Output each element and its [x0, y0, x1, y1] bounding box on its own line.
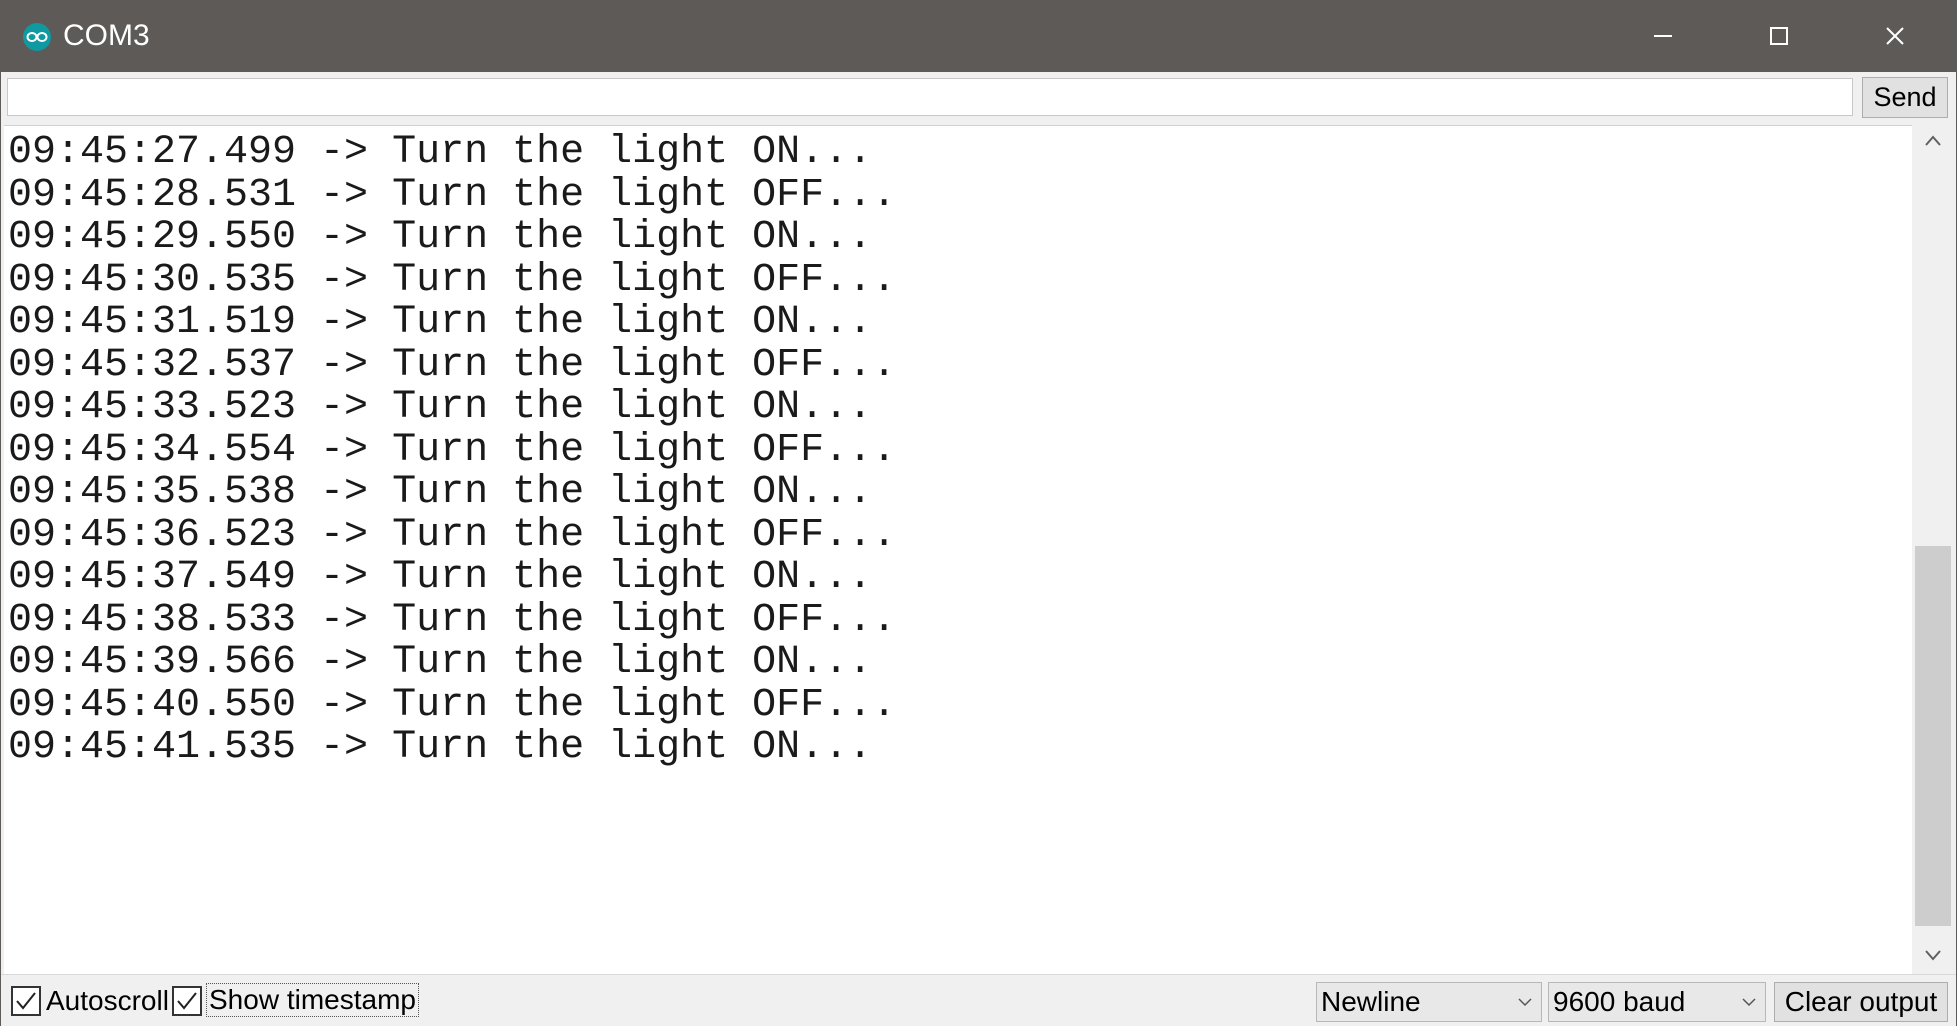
baud-rate-select[interactable]: 9600 baud — [1548, 982, 1766, 1022]
line-ending-select[interactable]: Newline — [1316, 982, 1542, 1022]
autoscroll-checkbox[interactable] — [11, 986, 41, 1016]
scroll-down-button[interactable] — [1913, 939, 1953, 973]
chevron-down-icon — [1518, 998, 1532, 1007]
autoscroll-label[interactable]: Autoscroll — [46, 985, 169, 1017]
close-icon — [1886, 27, 1904, 45]
checkmark-icon — [16, 992, 36, 1010]
maximize-icon — [1770, 27, 1788, 45]
chevron-up-icon — [1925, 135, 1941, 146]
close-button[interactable] — [1838, 1, 1954, 72]
show-timestamp-label[interactable]: Show timestamp — [206, 983, 419, 1017]
send-button[interactable]: Send — [1862, 77, 1948, 118]
output-line: 09:45:41.535 -> Turn the light ON... — [8, 725, 873, 770]
serial-input[interactable] — [7, 78, 1853, 116]
maximize-button[interactable] — [1722, 1, 1838, 72]
scroll-thumb[interactable] — [1915, 546, 1951, 926]
title-bar[interactable]: COM3 — [1, 1, 1956, 72]
checkmark-icon — [177, 992, 197, 1010]
serial-output[interactable]: 09:45:27.499 -> Turn the light ON... 09:4… — [4, 125, 1912, 974]
arduino-logo-icon — [23, 23, 51, 51]
minimize-icon — [1654, 35, 1672, 37]
window-title: COM3 — [63, 19, 150, 52]
serial-monitor-window: COM3 Send 09:45:27.499 -> Turn the light… — [0, 0, 1957, 1026]
chevron-down-icon — [1925, 950, 1941, 961]
chevron-down-icon — [1742, 998, 1756, 1007]
vertical-scrollbar[interactable] — [1913, 125, 1953, 973]
baud-rate-value: 9600 baud — [1553, 986, 1686, 1017]
show-timestamp-checkbox[interactable] — [172, 986, 202, 1016]
minimize-button[interactable] — [1606, 1, 1722, 72]
bottom-bar: Autoscroll Show timestamp Newline 9600 b… — [1, 974, 1956, 1026]
line-ending-value: Newline — [1321, 986, 1421, 1017]
scroll-up-button[interactable] — [1913, 125, 1953, 159]
clear-output-button[interactable]: Clear output — [1774, 982, 1948, 1022]
send-bar: Send — [1, 72, 1956, 124]
